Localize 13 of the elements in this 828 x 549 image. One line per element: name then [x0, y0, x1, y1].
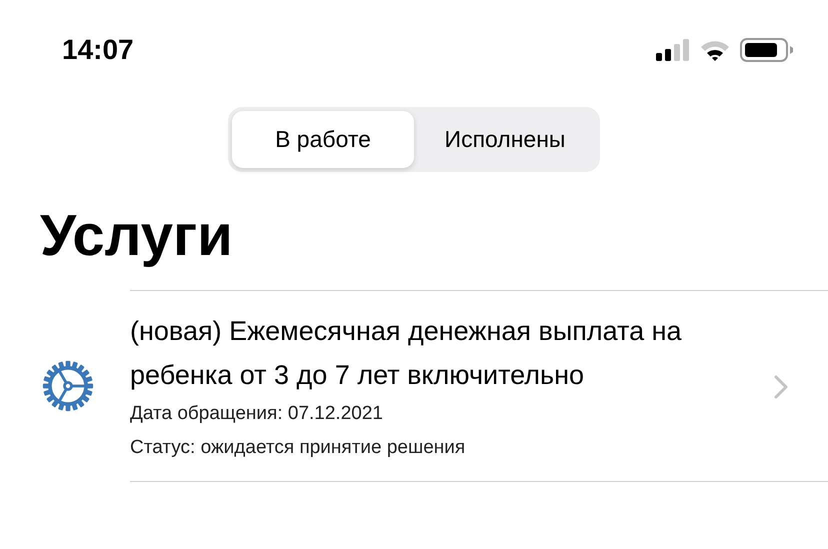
tab[interactable]: Исполнены	[414, 111, 596, 168]
chevron-icon	[774, 375, 788, 399]
gear-icon	[40, 358, 96, 414]
service-item[interactable]: (новая) Ежемесячная денежная выплата на ребенка от 3 до 7 лет включительно Дата обращения: 07.12.2021 Статус: ожидается принятие решения	[0, 290, 828, 482]
service-name: (новая) Ежемесячная денежная выплата на ребенка от 3 до 7 лет включительно	[130, 315, 683, 392]
signal-icon	[656, 39, 690, 61]
page-title: Услуги	[40, 202, 234, 270]
tab[interactable]: В работе	[232, 111, 414, 168]
service-status: Статус: ожидается принятие решения	[130, 436, 466, 460]
request-date: Дата обращения: 07.12.2021	[130, 402, 384, 426]
battery-icon	[740, 38, 794, 62]
wifi-icon	[700, 39, 730, 61]
clock-time: 14:07	[62, 34, 134, 66]
